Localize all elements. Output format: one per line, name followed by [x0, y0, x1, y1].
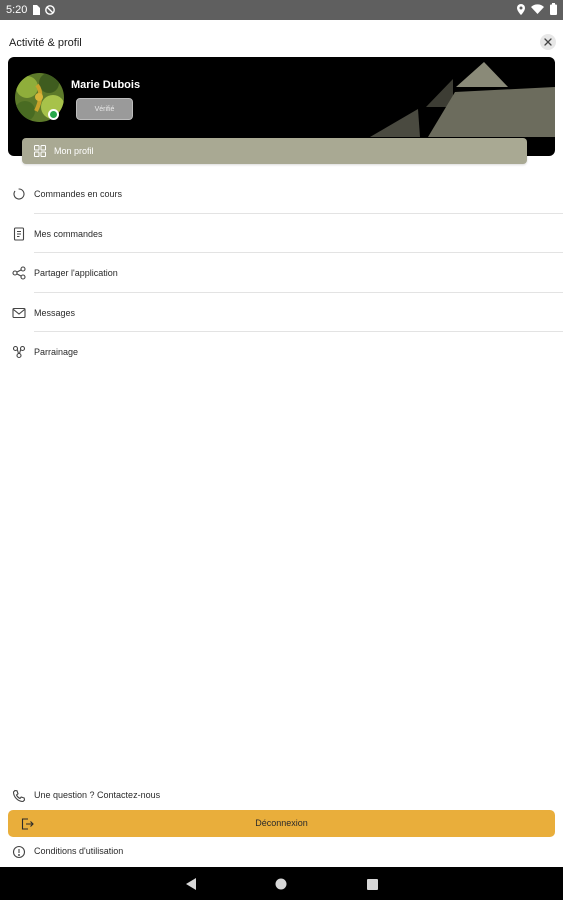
- grid-icon: [34, 145, 46, 157]
- profile-name: Marie Dubois: [71, 79, 141, 91]
- menu-item-my-orders[interactable]: Mes commandes: [0, 214, 563, 253]
- wifi-icon: [531, 4, 544, 14]
- logout-button[interactable]: Déconnexion: [8, 810, 555, 837]
- online-status-dot: [48, 109, 59, 120]
- logout-label: Déconnexion: [255, 818, 308, 828]
- home-button[interactable]: [273, 876, 289, 892]
- spinner-icon: [12, 187, 26, 201]
- sim-card-icon: [32, 5, 41, 15]
- back-icon: [185, 878, 197, 890]
- battery-icon: [550, 3, 557, 15]
- menu-item-label: Mes commandes: [34, 228, 103, 239]
- verify-button[interactable]: Vérifié: [76, 98, 133, 120]
- status-time: 5:20: [6, 4, 28, 16]
- location-icon: [517, 3, 525, 15]
- terms-link[interactable]: Conditions d'utilisation: [0, 842, 563, 862]
- back-button[interactable]: [183, 876, 199, 892]
- recents-icon: [366, 878, 378, 890]
- menu-item-messages[interactable]: Messages: [0, 293, 563, 332]
- mail-icon: [12, 306, 26, 320]
- menu-item-orders-in-progress[interactable]: Commandes en cours: [0, 174, 563, 214]
- contact-link[interactable]: Une question ? Contactez-nous: [0, 786, 563, 806]
- page-title: Activité & profil: [9, 37, 82, 49]
- referral-icon: [12, 345, 26, 359]
- menu-item-label: Parrainage: [34, 347, 79, 357]
- menu-item-referral[interactable]: Parrainage: [0, 332, 563, 372]
- home-icon: [275, 878, 287, 890]
- status-right: [517, 3, 557, 15]
- phone-icon: [12, 789, 26, 803]
- share-icon: [12, 266, 26, 280]
- recents-button[interactable]: [364, 876, 380, 892]
- close-button[interactable]: [540, 34, 556, 50]
- menu-item-label: Commandes en cours: [34, 189, 123, 199]
- my-profile-button[interactable]: Mon profil: [22, 138, 527, 164]
- close-icon: [544, 38, 552, 46]
- menu-list: Commandes en cours Mes commandes Partage…: [0, 174, 563, 372]
- navigation-bar: [0, 867, 563, 900]
- my-profile-label: Mon profil: [54, 146, 94, 156]
- terms-label: Conditions d'utilisation: [34, 846, 124, 856]
- status-bar: 5:20: [0, 0, 563, 20]
- receipt-icon: [12, 226, 26, 241]
- no-disturb-icon: [45, 5, 56, 15]
- menu-item-share-app[interactable]: Partager l'application: [0, 253, 563, 293]
- status-left: 5:20: [6, 3, 56, 17]
- menu-item-label: Partager l'application: [34, 268, 118, 278]
- info-icon: [12, 845, 26, 859]
- contact-label: Une question ? Contactez-nous: [34, 790, 161, 800]
- menu-item-label: Messages: [34, 307, 76, 318]
